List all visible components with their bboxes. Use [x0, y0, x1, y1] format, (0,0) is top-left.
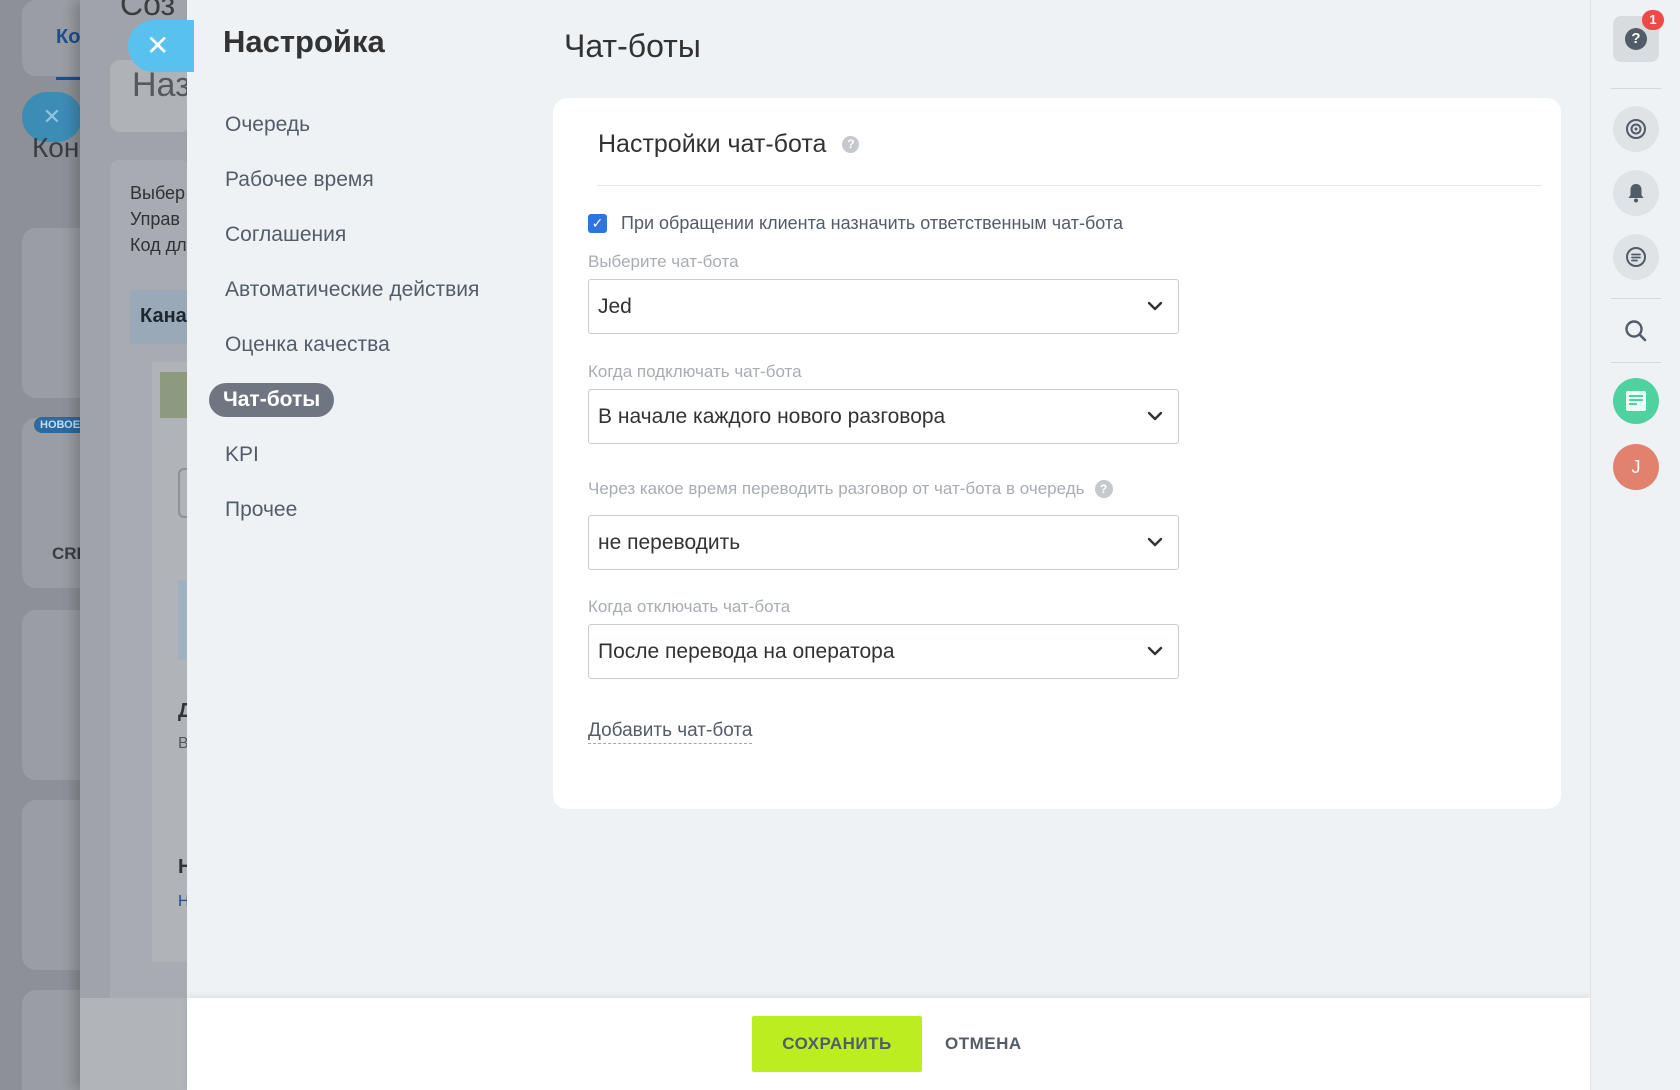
chats-button[interactable] — [1613, 234, 1659, 280]
card-title: Настройки чат-бота — [598, 130, 827, 158]
divider — [1611, 362, 1661, 363]
bg-description: Выбер Управ Код дл — [130, 183, 187, 255]
field-label-disconnect-bot: Когда отключать чат-бота — [588, 597, 791, 616]
assign-chatbot-label[interactable]: При обращении клиента назначить ответств… — [621, 213, 1123, 234]
app-icon — [1626, 391, 1646, 411]
menu-item-chatbots[interactable]: Чат-боты — [209, 380, 495, 435]
bg-heading: Кон — [32, 132, 80, 163]
divider — [598, 185, 1541, 186]
menu-item-queue[interactable]: Очередь — [209, 105, 495, 160]
target-button[interactable] — [1613, 106, 1659, 152]
chevron-down-icon — [1147, 301, 1163, 311]
connect-bot-dropdown[interactable]: В начале каждого нового разговора — [588, 389, 1179, 444]
settings-menu: Очередь Рабочее время Соглашения Автомат… — [209, 105, 495, 545]
menu-item-quality-rating[interactable]: Оценка качества — [209, 325, 495, 380]
bg-tab: Ко — [56, 26, 81, 48]
help-icon[interactable]: ? — [842, 136, 860, 153]
search-button[interactable] — [1613, 308, 1659, 354]
search-icon — [1625, 320, 1647, 342]
chatbot-settings-card: Настройки чат-бота ? ✓ При обращении кли… — [553, 98, 1561, 809]
save-button[interactable]: СОХРАНИТЬ — [752, 1016, 922, 1072]
bg-new-badge: НОВОЕ — [34, 417, 87, 433]
target-icon — [1626, 119, 1646, 139]
footer-bar: СОХРАНИТЬ ОТМЕНА — [187, 998, 1590, 1090]
menu-item-agreements[interactable]: Соглашения — [209, 215, 495, 270]
bg-tab-underline — [56, 77, 82, 80]
divider — [1611, 298, 1661, 299]
settings-slider: Настройка Очередь Рабочее время Соглашен… — [187, 0, 1590, 1090]
divider — [1611, 88, 1661, 89]
bg-crm-label: CRI — [52, 544, 82, 563]
menu-item-working-hours[interactable]: Рабочее время — [209, 160, 495, 215]
help-icon[interactable]: ? — [1094, 480, 1113, 498]
bg-channels-label: Кана — [140, 305, 187, 327]
chevron-down-icon — [1147, 646, 1163, 656]
menu-item-kpi[interactable]: KPI — [209, 435, 495, 490]
field-label-transfer-time: Через какое время переводить разговор от… — [588, 479, 1113, 499]
chat-icon — [1626, 247, 1646, 267]
app-button[interactable] — [1613, 378, 1659, 424]
add-chatbot-link[interactable]: Добавить чат-бота — [588, 719, 753, 744]
connect-bot-value: В начале каждого нового разговора — [598, 405, 946, 428]
assign-chatbot-row: ✓ При обращении клиента назначить ответс… — [588, 213, 1123, 234]
select-bot-dropdown[interactable]: Jed — [588, 279, 1179, 334]
card-header: Настройки чат-бота ? — [598, 130, 860, 159]
field-label-select-bot: Выберите чат-бота — [588, 252, 739, 271]
close-icon: ✕ — [146, 30, 170, 61]
chevron-down-icon — [1147, 537, 1163, 547]
background-slider: Соз Наз Выбер Управ Код дл Кана Д В Н Н — [80, 0, 192, 1090]
transfer-time-value: не переводить — [598, 531, 741, 554]
avatar[interactable]: J — [1613, 444, 1659, 490]
menu-item-other[interactable]: Прочее — [209, 490, 495, 545]
notification-badge: 1 — [1642, 10, 1664, 30]
menu-item-automatic-actions[interactable]: Автоматические действия — [209, 270, 495, 325]
assign-chatbot-checkbox[interactable]: ✓ — [588, 214, 607, 233]
chevron-down-icon — [1147, 411, 1163, 421]
bg-chat-icon — [160, 372, 190, 418]
bell-icon — [1628, 184, 1644, 203]
notifications-button[interactable] — [1613, 170, 1659, 216]
cancel-button[interactable]: ОТМЕНА — [945, 1016, 1022, 1072]
page-title: Настройка — [223, 24, 385, 59]
help-icon: ? — [1625, 28, 1647, 50]
select-bot-value: Jed — [598, 295, 632, 318]
disconnect-bot-dropdown[interactable]: После перевода на оператора — [588, 624, 1179, 679]
close-slider-button[interactable]: ✕ — [128, 20, 194, 72]
right-toolbar: ? 1 J — [1590, 0, 1680, 1090]
section-title: Чат-боты — [564, 28, 701, 64]
disconnect-bot-value: После перевода на оператора — [598, 640, 895, 663]
bg-footer — [80, 998, 190, 1090]
field-label-connect-bot: Когда подключать чат-бота — [588, 362, 802, 381]
transfer-time-dropdown[interactable]: не переводить — [588, 515, 1179, 570]
